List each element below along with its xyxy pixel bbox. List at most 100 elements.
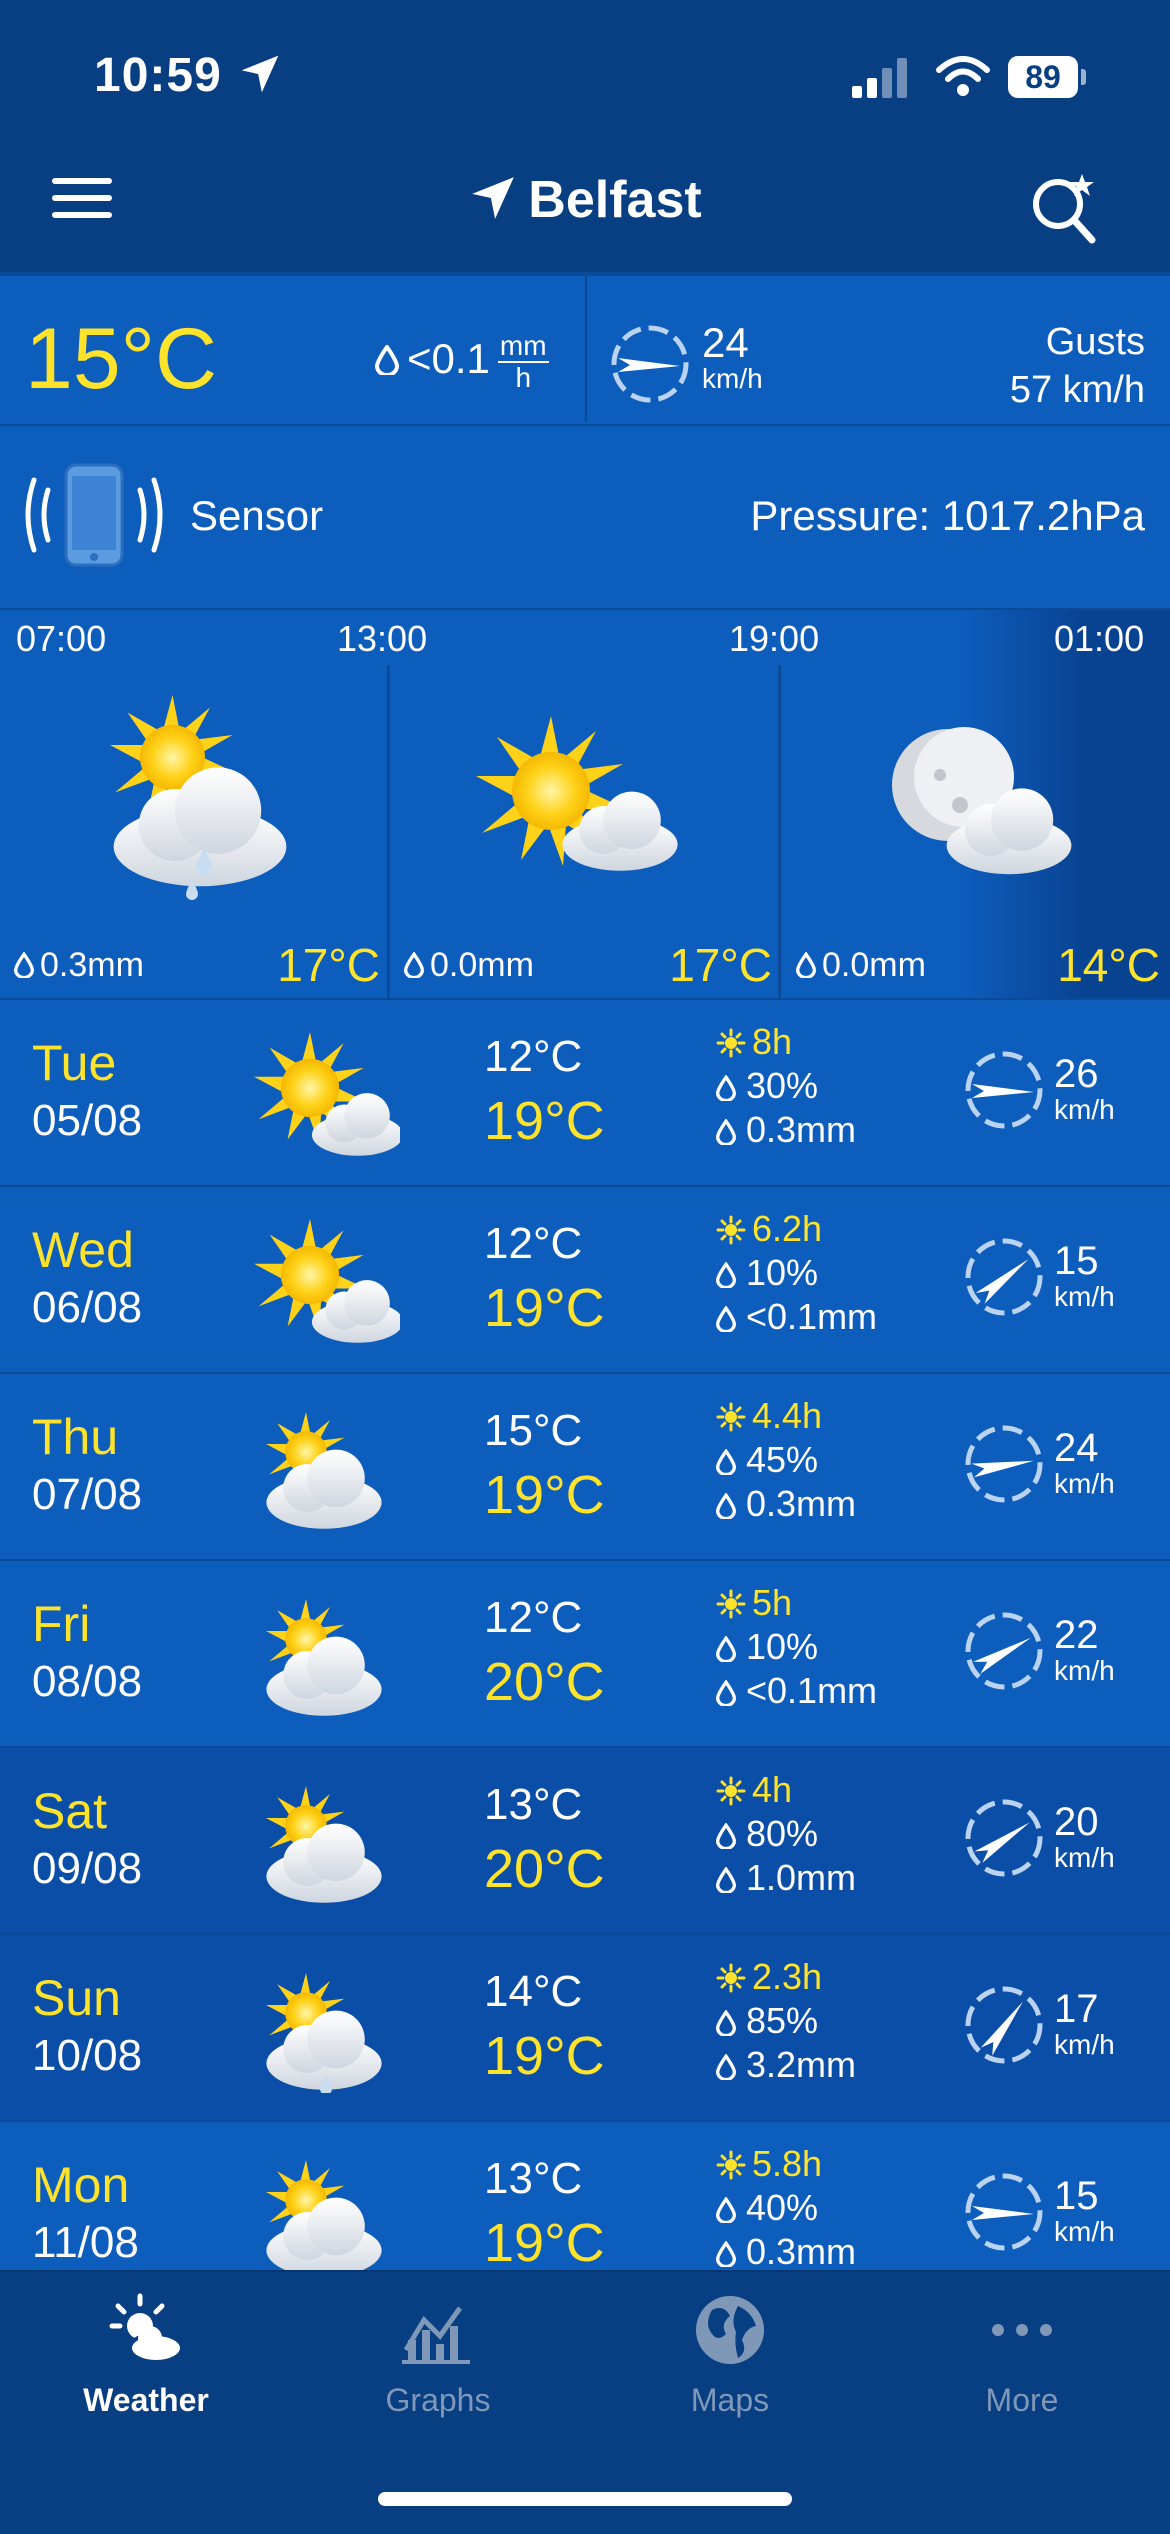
raindrop-icon <box>715 1866 737 1895</box>
globe-icon <box>696 2296 764 2364</box>
tab-label: Graphs <box>385 2382 491 2418</box>
wind-unit: km/h <box>1054 1094 1115 1125</box>
location-title[interactable]: Belfast <box>0 170 1170 240</box>
wind-direction-icon <box>962 1609 1046 1693</box>
sun-cloud-rain-icon <box>110 695 287 900</box>
more-dots-icon <box>992 2324 1052 2336</box>
wind-value: 17 <box>1054 1987 1099 2031</box>
max-temp: 19°C <box>484 1278 605 1338</box>
max-temp: 19°C <box>484 1465 605 1525</box>
wind-value: 15 <box>1054 1239 1099 1283</box>
min-temp: 13°C <box>484 2154 583 2203</box>
max-temp: 19°C <box>484 2026 605 2086</box>
tab-maps[interactable]: Maps <box>620 2290 840 2419</box>
home-indicator[interactable] <box>378 2492 792 2506</box>
min-temp: 15°C <box>484 1406 583 1455</box>
sunshine-hours: 4h <box>752 1769 793 1810</box>
day-date: 06/08 <box>32 1283 143 1332</box>
wind-speed: 17 km/h <box>1054 1989 1115 2061</box>
hour-rain: 0.3mm <box>13 946 144 985</box>
day-name: Sat <box>32 1783 108 1839</box>
min-temp: 13°C <box>484 1780 583 1829</box>
gusts-label: Gusts <box>1045 321 1145 363</box>
sunshine-hours: 6.2h <box>752 1208 823 1249</box>
current-rain: <0.1 mm h <box>374 330 549 394</box>
wind-value: 20 <box>1054 1800 1099 1844</box>
precip-amount: 0.3mm <box>746 2231 857 2272</box>
pressure: Pressure: 1017.2hPa <box>750 492 1145 539</box>
raindrop-icon <box>715 2240 737 2269</box>
wind-value: 24 <box>1054 1426 1099 1470</box>
hour-rain-value: 0.0mm <box>822 946 926 984</box>
day-details: 2.3h 85% 3.2mm <box>715 1955 857 2087</box>
current-wind: 24 km/h <box>702 322 763 394</box>
rain-unit-bottom: h <box>515 362 532 393</box>
precip-amount: 3.2mm <box>746 2044 857 2085</box>
hour-temp: 14°C <box>1057 939 1160 991</box>
status-time: 10:59 <box>94 49 222 102</box>
day-date: 07/08 <box>32 1470 143 1519</box>
phone-sensor-icon <box>25 463 163 567</box>
raindrop-icon <box>403 951 425 980</box>
max-temp: 19°C <box>484 1091 605 1151</box>
sunshine-icon <box>716 1215 746 1245</box>
tab-graphs[interactable]: Graphs <box>328 2290 548 2419</box>
wind-direction-icon <box>962 1048 1046 1132</box>
raindrop-icon <box>715 1448 737 1477</box>
min-temp: 12°C <box>484 1219 583 1268</box>
day-date: 09/08 <box>32 1844 143 1893</box>
wind-speed: 22 km/h <box>1054 1615 1115 1687</box>
precip-chance: 30% <box>746 1065 819 1106</box>
wind-speed: 15 km/h <box>1054 1241 1115 1313</box>
precip-chance: 10% <box>746 1252 819 1293</box>
precip-chance: 80% <box>746 1813 819 1854</box>
raindrop-icon <box>715 2009 737 2038</box>
cloud-sun-icon <box>266 1412 382 1529</box>
wind-unit: km/h <box>1054 1842 1115 1873</box>
current-wind-speed: 24 <box>702 319 749 366</box>
precip-amount: <0.1mm <box>746 1296 878 1337</box>
raindrop-icon <box>715 1822 737 1851</box>
wind-value: 26 <box>1054 1052 1099 1096</box>
sunshine-icon <box>716 2150 746 2180</box>
tab-more[interactable]: More <box>912 2290 1132 2419</box>
day-details: 4h 80% 1.0mm <box>715 1768 857 1900</box>
sun-cloud-icon <box>476 716 678 871</box>
raindrop-icon <box>715 1074 737 1103</box>
raindrop-icon <box>715 1261 737 1290</box>
wind-unit: km/h <box>1054 1468 1115 1499</box>
wind-value: 22 <box>1054 1613 1099 1657</box>
day-date: 05/08 <box>32 1096 143 1145</box>
weather-icon <box>109 2293 184 2364</box>
precip-amount: 1.0mm <box>746 1857 857 1898</box>
raindrop-icon <box>715 2053 737 2082</box>
min-temp: 12°C <box>484 1593 583 1642</box>
precip-chance: 40% <box>746 2187 819 2228</box>
search-favorites-button[interactable] <box>1026 168 1106 248</box>
tab-weather[interactable]: Weather <box>36 2290 256 2419</box>
moon-cloud-icon <box>892 727 1072 875</box>
sunshine-hours: 5.8h <box>752 2143 823 2184</box>
min-temp: 14°C <box>484 1967 583 2016</box>
hour-time: 19:00 <box>729 618 820 659</box>
wind-direction-icon <box>962 1983 1046 2067</box>
wind-speed: 24 km/h <box>1054 1428 1115 1500</box>
cloud-sun-rain-icon <box>266 1973 382 2093</box>
sunshine-hours: 5h <box>752 1582 793 1623</box>
current-rain-value: <0.1 <box>407 335 490 383</box>
wind-unit: km/h <box>1054 2029 1115 2060</box>
max-temp: 20°C <box>484 1839 605 1899</box>
rain-unit-top: mm <box>497 330 549 363</box>
tab-label: Weather <box>83 2382 209 2418</box>
sun-cloud-icon <box>254 1219 400 1343</box>
hour-temp: 17°C <box>277 939 380 991</box>
precip-chance: 45% <box>746 1439 819 1480</box>
day-name: Sun <box>32 1970 121 2026</box>
tab-label: Maps <box>690 2382 770 2418</box>
raindrop-icon <box>715 1118 737 1147</box>
wind-direction-icon <box>962 2170 1046 2254</box>
raindrop-icon <box>795 951 817 980</box>
raindrop-icon <box>715 1305 737 1334</box>
current-wind-unit: km/h <box>702 363 763 394</box>
graphs-icon <box>402 2306 470 2364</box>
